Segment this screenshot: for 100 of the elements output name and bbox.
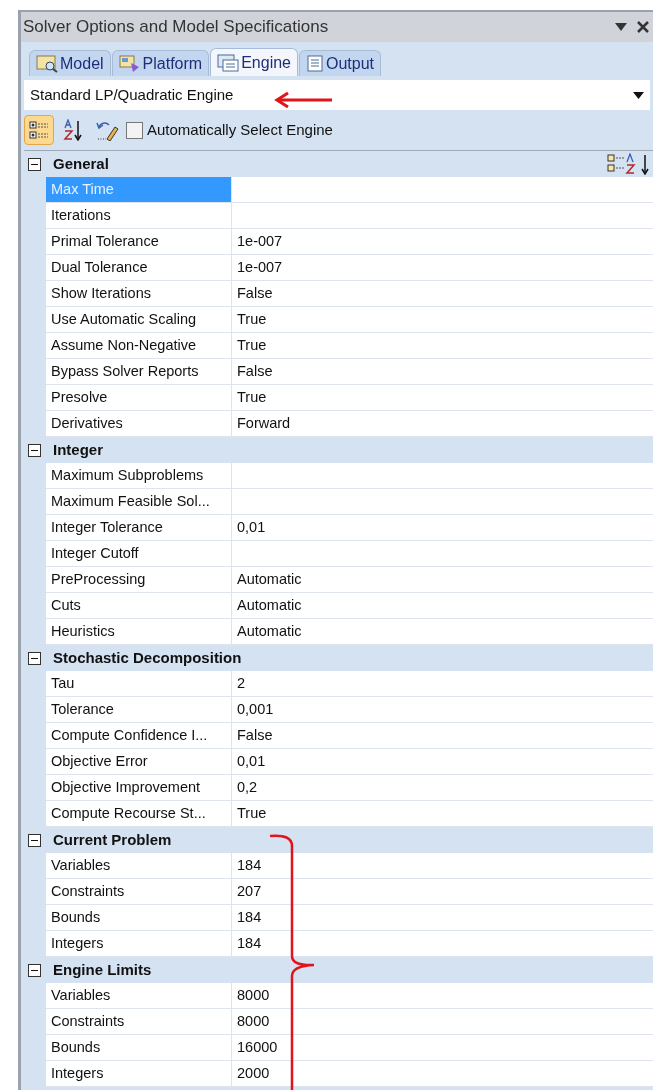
property-name: Cuts (46, 593, 232, 618)
property-row[interactable]: Constraints 8000 (46, 1009, 653, 1035)
property-row[interactable]: Compute Confidence I... False (46, 723, 653, 749)
sort-az-icon (63, 119, 83, 141)
property-name: Use Automatic Scaling (46, 307, 232, 332)
property-value: 1e-007 (236, 257, 283, 277)
tab[interactable]: Model (29, 50, 111, 76)
property-row[interactable]: Maximum Subproblems (46, 463, 653, 489)
property-name: Tau (46, 671, 232, 696)
property-value: Automatic (236, 595, 302, 615)
property-value: 0,01 (236, 751, 266, 771)
tab[interactable]: Output (299, 50, 381, 76)
property-name: Objective Error (46, 749, 232, 774)
property-row[interactable]: Heuristics Automatic (46, 619, 653, 645)
property-name: Bounds (46, 905, 232, 930)
property-name: Integers (46, 931, 232, 956)
property-row[interactable]: Integers 2000 (46, 1061, 653, 1087)
property-row[interactable]: Bounds 184 (46, 905, 653, 931)
property-name: Maximum Feasible Sol... (46, 489, 232, 514)
collapse-icon[interactable] (28, 651, 41, 665)
property-value: 0,2 (236, 777, 258, 797)
engine-select[interactable]: Standard LP/Quadratic Engine (24, 80, 650, 110)
property-value: 184 (236, 933, 262, 953)
section-title: General (53, 153, 110, 174)
property-name: Constraints (46, 1009, 232, 1034)
arrow-annotation (274, 92, 334, 108)
checkbox[interactable] (126, 121, 143, 139)
collapse-icon[interactable] (28, 833, 41, 847)
property-row[interactable]: Use Automatic Scaling True (46, 307, 653, 333)
property-value: 2 (236, 673, 246, 693)
checkbox-label: Automatically Select Engine (147, 119, 333, 140)
property-value: 184 (236, 907, 262, 927)
document-icon (306, 54, 324, 73)
window-list-icon (217, 53, 240, 72)
window-title: Solver Options and Model Specifications (23, 16, 329, 39)
property-name: Show Iterations (46, 281, 232, 306)
property-value: True (236, 309, 267, 329)
property-row[interactable]: Tau 2 (46, 671, 653, 697)
section-title: Current Problem (53, 829, 173, 850)
undo-pencil-icon (95, 119, 119, 141)
tab[interactable]: Platform (111, 50, 210, 76)
sort-az-icon[interactable] (607, 153, 651, 175)
property-value: 0,001 (236, 699, 274, 719)
property-name: PreProcessing (46, 567, 232, 592)
property-value: True (236, 387, 267, 407)
property-name: Dual Tolerance (46, 255, 232, 280)
property-row[interactable]: Maximum Feasible Sol... (46, 489, 653, 515)
property-row[interactable]: Show Iterations False (46, 281, 653, 307)
property-name: Heuristics (46, 619, 232, 644)
property-row[interactable]: Variables 8000 (46, 983, 653, 1009)
property-value: 0,01 (236, 517, 266, 537)
property-name: Objective Improvement (46, 775, 232, 800)
property-name: Derivatives (46, 411, 232, 436)
property-row[interactable]: Objective Improvement 0,2 (46, 775, 653, 801)
property-row[interactable]: Cuts Automatic (46, 593, 653, 619)
property-name: Compute Confidence I... (46, 723, 232, 748)
property-name: Constraints (46, 879, 232, 904)
section-title: Engine Limits (53, 959, 153, 980)
property-row[interactable]: Integer Tolerance 0,01 (46, 515, 653, 541)
property-row[interactable]: PreProcessing Automatic (46, 567, 653, 593)
property-name: Max Time (46, 177, 232, 202)
property-name: Integers (46, 1061, 232, 1086)
property-name: Assume Non-Negative (46, 333, 232, 358)
property-name: Iterations (46, 203, 232, 228)
property-row[interactable]: Constraints 207 (46, 879, 653, 905)
property-name: Bounds (46, 1035, 232, 1060)
collapse-icon[interactable] (28, 157, 41, 171)
property-row[interactable]: Integer Cutoff (46, 541, 653, 567)
property-value: Forward (236, 413, 291, 433)
property-value: 207 (236, 881, 262, 901)
property-row[interactable]: Primal Tolerance 1e-007 (46, 229, 653, 255)
property-value: Automatic (236, 569, 302, 589)
property-row[interactable]: Dual Tolerance 1e-007 (46, 255, 653, 281)
collapse-icon[interactable] (28, 963, 41, 977)
property-value: True (236, 803, 267, 823)
property-value: 8000 (236, 985, 270, 1005)
property-value: False (236, 283, 273, 303)
property-name: Integer Cutoff (46, 541, 232, 566)
dropdown-icon[interactable] (615, 23, 627, 31)
property-value: True (236, 335, 267, 355)
property-row[interactable]: Objective Error 0,01 (46, 749, 653, 775)
property-row[interactable]: Presolve True (46, 385, 653, 411)
property-row[interactable]: Integers 184 (46, 931, 653, 957)
property-row[interactable]: Assume Non-Negative True (46, 333, 653, 359)
tab[interactable]: Engine (210, 48, 298, 76)
property-value: Automatic (236, 621, 302, 641)
property-name: Compute Recourse St... (46, 801, 232, 826)
close-icon[interactable] (637, 21, 649, 33)
shapes-icon (118, 54, 141, 73)
caret-icon (633, 91, 644, 99)
section-title: Stochastic Decomposition (53, 647, 243, 668)
property-row[interactable]: Bypass Solver Reports False (46, 359, 653, 385)
property-row[interactable]: Bounds 16000 (46, 1035, 653, 1061)
property-row[interactable]: Iterations (46, 203, 653, 229)
property-name: Bypass Solver Reports (46, 359, 232, 384)
property-row[interactable]: Variables 184 (46, 853, 653, 879)
collapse-icon[interactable] (28, 443, 41, 457)
property-row[interactable]: Compute Recourse St... True (46, 801, 653, 827)
property-row[interactable]: Tolerance 0,001 (46, 697, 653, 723)
property-row[interactable]: Derivatives Forward (46, 411, 653, 437)
